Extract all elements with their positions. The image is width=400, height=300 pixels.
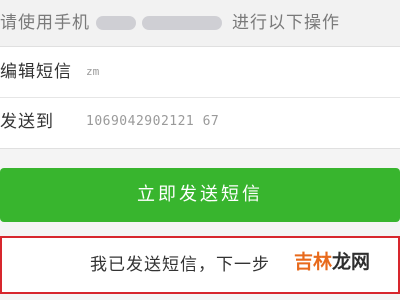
send-to-number: 1069042902121 67 [86, 114, 220, 129]
edit-sms-value: zm [86, 65, 100, 78]
instruction-text-before: 请使用手机 [0, 13, 90, 33]
send-sms-now-button[interactable]: 立即发送短信 [0, 168, 400, 222]
watermark-rest: 龙网 [331, 251, 370, 273]
redacted-phone-part-2 [142, 16, 222, 30]
watermark-faint-text [290, 284, 400, 300]
instruction-text-after: 进行以下操作 [232, 13, 340, 33]
edit-sms-label: 编辑短信 [0, 62, 72, 82]
watermark-accent: 吉林 [293, 251, 332, 273]
site-watermark: 吉林龙网 [294, 247, 370, 274]
confirm-label: 我已发送短信，下一步 [90, 255, 270, 275]
instruction-banner: 请使用手机 进行以下操作 [0, 0, 400, 46]
sms-verification-screen: 请使用手机 进行以下操作 编辑短信 zm 发送到 1069042902121 6… [0, 0, 400, 300]
edit-sms-row: 编辑短信 zm [0, 47, 400, 98]
send-to-row: 发送到 1069042902121 67 [0, 97, 400, 147]
redacted-phone-part-1 [96, 16, 136, 30]
sms-details-card: 编辑短信 zm 发送到 1069042902121 67 [0, 46, 400, 149]
send-to-label: 发送到 [0, 112, 54, 132]
